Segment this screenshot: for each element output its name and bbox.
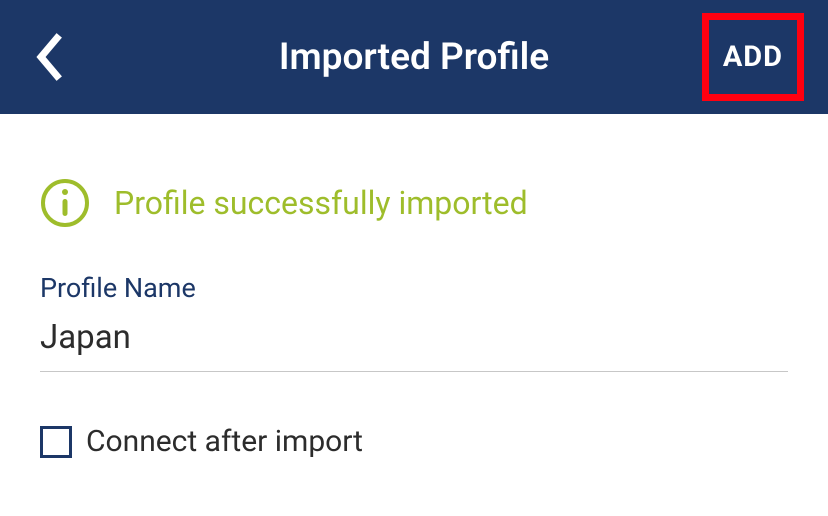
- add-button[interactable]: ADD: [702, 13, 804, 101]
- content-area: Profile successfully imported Profile Na…: [0, 114, 828, 459]
- status-row: Profile successfully imported: [40, 178, 788, 228]
- status-message: Profile successfully imported: [114, 184, 528, 222]
- page-title: Imported Profile: [279, 36, 549, 79]
- connect-after-import-row: Connect after import: [40, 424, 788, 459]
- app-header: Imported Profile ADD: [0, 0, 828, 114]
- profile-name-label: Profile Name: [40, 272, 788, 304]
- connect-after-import-label[interactable]: Connect after import: [86, 424, 363, 459]
- connect-after-import-checkbox[interactable]: [40, 426, 72, 458]
- info-icon: [40, 178, 90, 228]
- profile-name-input[interactable]: [40, 312, 788, 372]
- add-button-label: ADD: [723, 40, 783, 74]
- back-button[interactable]: [28, 27, 68, 87]
- chevron-left-icon: [34, 33, 62, 81]
